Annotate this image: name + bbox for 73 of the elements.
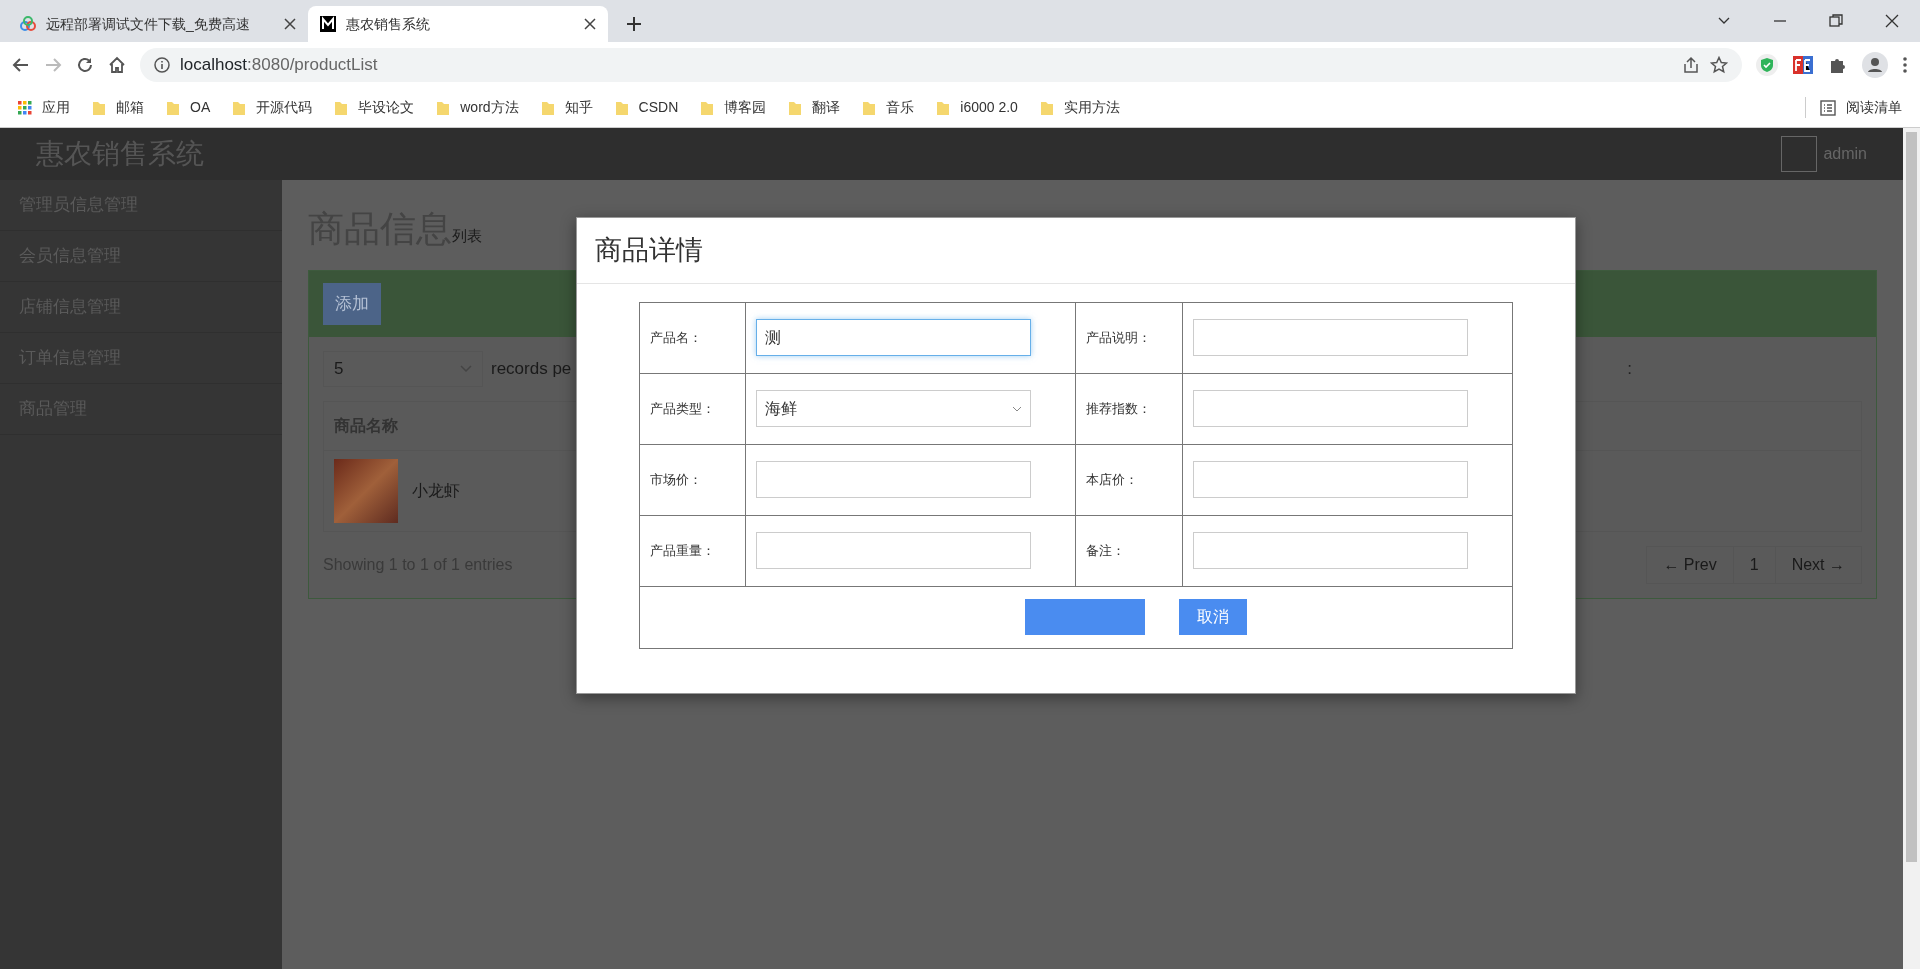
field-label: 产品类型： [639,373,746,444]
folder-icon [700,99,715,116]
field-label: 产品说明： [1076,302,1183,373]
bookmark-item[interactable]: word方法 [436,97,519,118]
input-field[interactable] [756,532,1032,569]
star-icon[interactable] [1710,56,1728,74]
scrollbar[interactable] [1903,128,1920,969]
bookmark-item[interactable]: 开源代码 [232,97,313,118]
apps-grid-icon [18,100,32,115]
address-bar[interactable]: localhost:8080/productList [140,48,1742,82]
profile-icon[interactable] [1862,52,1888,78]
folder-icon [540,99,555,116]
letter-m-icon [320,16,336,32]
table-cell-text: 小龙虾 [412,480,460,501]
input-field[interactable]: 测 [756,319,1032,356]
field-label: 产品重量： [639,515,746,586]
browser-tab[interactable]: 惠农销售系统 [308,6,608,42]
fe-icon[interactable] [1792,54,1814,76]
more-icon[interactable] [1902,56,1908,74]
folder-icon [862,99,877,116]
input-field[interactable] [1192,461,1468,498]
search-label: : [1627,357,1632,380]
bookmark-item[interactable]: 音乐 [862,97,915,118]
bookmark-item[interactable]: 邮箱 [92,97,144,118]
new-tab-icon[interactable] [626,16,642,32]
folder-icon [614,99,629,116]
folder-icon [232,99,247,116]
input-field[interactable] [1192,390,1468,427]
bookmark-item[interactable]: CSDN [614,97,679,118]
input-field[interactable] [1192,319,1468,356]
list-icon [1820,99,1836,116]
bookmark-item[interactable]: i6000 2.0 [936,97,1018,118]
restore-icon[interactable] [1828,13,1844,29]
field-label: 推荐指数： [1076,373,1183,444]
shield-icon[interactable] [1756,54,1778,76]
folder-icon [1039,99,1054,116]
folder-icon [936,99,951,116]
field-label: 产品名： [639,302,746,373]
field-label: 本店价： [1076,444,1183,515]
back-icon[interactable] [12,56,30,74]
avatar-image [1781,136,1818,172]
folder-icon [166,99,180,116]
browser-tab[interactable]: 远程部署调试文件下载_免费高速 [8,6,308,42]
bookmark-item[interactable]: 毕设论文 [334,97,415,118]
home-icon[interactable] [108,56,126,74]
share-icon[interactable] [1682,56,1700,74]
select-field[interactable]: 海鲜 [756,390,1032,427]
page-size-label: records pe [491,357,572,380]
bookmark-item[interactable]: 翻译 [788,97,841,118]
bookmark-item[interactable]: OA [166,97,211,118]
close-icon[interactable] [1884,13,1900,29]
field-label: 市场价： [639,444,746,515]
modal-title: 商品详情 [577,218,1575,284]
folder-icon [788,99,803,116]
close-icon[interactable] [584,18,596,30]
info-icon [154,57,170,73]
field-label: 备注： [1076,515,1183,586]
cloud-icon [20,16,36,32]
product-photo [334,458,398,523]
chevron-down-icon [1012,405,1023,412]
bookmark-item[interactable]: 应用 [18,97,70,118]
bookmark-item[interactable]: 知乎 [540,97,593,118]
bookmark-item[interactable]: 实用方法 [1039,97,1120,118]
folder-icon [436,99,451,116]
reload-icon[interactable] [76,56,94,74]
input-field[interactable] [1192,532,1468,569]
folder-icon [92,99,106,116]
reading-list-button[interactable]: 阅读清单 [1805,97,1902,118]
close-icon[interactable] [284,18,296,30]
input-field[interactable] [756,461,1032,498]
bookmark-item[interactable]: 博客园 [700,97,767,118]
url-text: localhost:8080/productList [180,54,378,77]
folder-icon [334,99,349,116]
